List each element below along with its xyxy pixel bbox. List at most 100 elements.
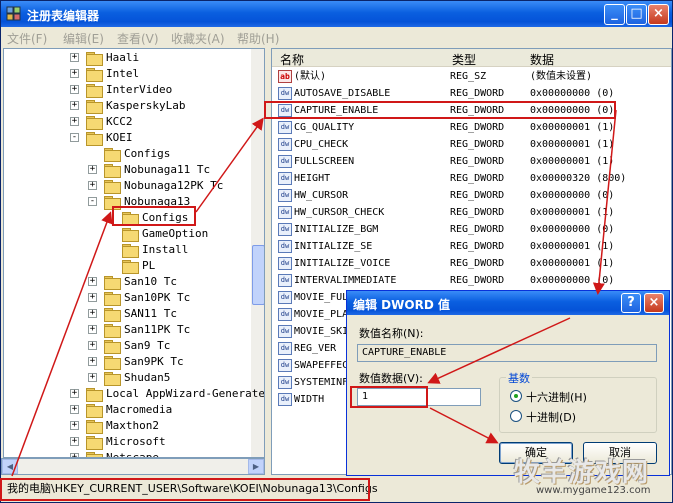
value-name: SWAPEFFEC	[294, 360, 349, 371]
value-row[interactable]: dw CAPTURE_ENABLE REG_DWORD 0x00000000 (0)	[272, 102, 671, 119]
value-row[interactable]: dw CG_QUALITY REG_DWORD 0x00000001 (1)	[272, 119, 671, 136]
header-name[interactable]: 名称	[280, 51, 304, 68]
expand-icon[interactable]: +	[70, 437, 79, 446]
expand-icon[interactable]: +	[88, 325, 97, 334]
value-row[interactable]: dw INTERVALIMMEDIATE REG_DWORD 0x00000000 (…	[272, 272, 671, 289]
expand-icon[interactable]: +	[70, 101, 79, 110]
hex-radio-label[interactable]: 十六进制(H)	[526, 389, 587, 405]
value-type: REG_SZ	[450, 71, 487, 82]
tree-item-label: Haali	[106, 51, 140, 64]
menu-edit[interactable]: 编辑(E)	[63, 30, 104, 47]
dword-value-icon: dw	[278, 104, 292, 117]
registry-tree[interactable]: + Haali + Intel + InterVideo + KasperskyLab + KCC…	[3, 48, 265, 458]
dialog-close-button[interactable]: ×	[644, 293, 664, 313]
value-row[interactable]: dw FULLSCREEN REG_DWORD 0x00000001 (1)	[272, 153, 671, 170]
value-name: HW_CURSOR	[294, 190, 349, 201]
expand-icon[interactable]: +	[88, 341, 97, 350]
expand-icon[interactable]: +	[70, 389, 79, 398]
dialog-title-bar[interactable]: 编辑 DWORD 值 ? ×	[347, 291, 669, 315]
value-row[interactable]: dw AUTOSAVE_DISABLE REG_DWORD 0x00000000 (0…	[272, 85, 671, 102]
value-row[interactable]: ab (默认) REG_SZ (数值未设置)	[272, 68, 671, 85]
tree-item-label: Install	[142, 243, 189, 256]
tree-item-label: KOEI	[106, 131, 133, 144]
value-row[interactable]: dw HW_CURSOR_CHECK REG_DWORD 0x00000001 (1)	[272, 204, 671, 221]
folder-icon	[86, 404, 103, 418]
value-type: REG_DWORD	[450, 105, 505, 116]
tree-item-label: Microsoft	[106, 435, 166, 448]
value-row[interactable]: dw HEIGHT REG_DWORD 0x00000320 (800)	[272, 170, 671, 187]
value-data: 0x00000000 (0)	[530, 190, 615, 201]
expand-icon[interactable]: +	[88, 277, 97, 286]
scroll-right-arrow-icon[interactable]: ▶	[248, 459, 264, 474]
tree-horizontal-scrollbar[interactable]: ◀ ▶	[1, 458, 265, 475]
scroll-left-arrow-icon[interactable]: ◀	[2, 459, 18, 474]
tree-item-label: Nobunaga13	[124, 195, 191, 208]
value-name: FULLSCREEN	[294, 156, 355, 167]
dword-value-icon: dw	[278, 223, 292, 236]
value-type: REG_DWORD	[450, 207, 505, 218]
value-name: CG_QUALITY	[294, 122, 355, 133]
value-name: INITIALIZE_VOICE	[294, 258, 391, 269]
menu-view[interactable]: 查看(V)	[117, 30, 159, 47]
close-button[interactable]: ×	[648, 4, 669, 25]
expand-icon[interactable]: +	[88, 181, 97, 190]
expand-icon[interactable]: +	[88, 373, 97, 382]
tree-item-label: Local AppWizard-Generate	[106, 387, 265, 400]
value-name: MOVIE_PLA	[294, 309, 349, 320]
value-name: AUTOSAVE_DISABLE	[294, 88, 391, 99]
folder-icon	[86, 52, 103, 66]
value-data: 0x00000000 (0)	[530, 105, 615, 116]
folder-icon	[122, 244, 139, 258]
expand-icon[interactable]: +	[70, 85, 79, 94]
folder-icon	[86, 68, 103, 82]
expand-icon[interactable]: +	[70, 405, 79, 414]
tree-item-label: Netscape	[106, 451, 159, 458]
menu-help[interactable]: 帮助(H)	[237, 30, 279, 47]
tree-scroll-thumb[interactable]	[252, 245, 264, 305]
value-name: SYSTEMINF	[294, 377, 349, 388]
value-row[interactable]: dw INITIALIZE_BGM REG_DWORD 0x00000000 (0)	[272, 221, 671, 238]
tree-item-label: San11PK Tc	[124, 323, 191, 336]
dword-value-icon: dw	[278, 342, 292, 355]
tree-item-label: Nobunaga11 Tc	[124, 163, 211, 176]
value-row[interactable]: dw INITIALIZE_VOICE REG_DWORD 0x00000001 (1…	[272, 255, 671, 272]
watermark-logo: 牧羊游戏网	[514, 458, 650, 488]
expand-icon[interactable]: +	[88, 293, 97, 302]
dec-radio[interactable]	[510, 410, 522, 422]
dec-radio-label[interactable]: 十进制(D)	[526, 409, 576, 425]
folder-icon	[104, 324, 121, 338]
title-bar[interactable]: 注册表编辑器 _ □ ×	[1, 1, 672, 27]
maximize-button[interactable]: □	[626, 4, 647, 25]
expand-icon[interactable]: +	[88, 357, 97, 366]
value-type: REG_DWORD	[450, 190, 505, 201]
header-type[interactable]: 类型	[452, 51, 476, 68]
expand-icon[interactable]: +	[88, 165, 97, 174]
collapse-icon[interactable]: -	[70, 133, 79, 142]
tree-item-label: San9PK Tc	[124, 355, 184, 368]
help-button[interactable]: ?	[621, 293, 641, 313]
list-header: 名称 类型 数据	[272, 49, 671, 68]
value-type: REG_DWORD	[450, 241, 505, 252]
value-data: 0x00000001 (1)	[530, 156, 615, 167]
hex-radio[interactable]	[510, 390, 522, 402]
header-data[interactable]: 数据	[530, 51, 554, 68]
menu-favorites[interactable]: 收藏夹(A)	[171, 30, 225, 47]
value-row[interactable]: dw HW_CURSOR REG_DWORD 0x00000000 (0)	[272, 187, 671, 204]
folder-icon	[104, 180, 121, 194]
value-data-input[interactable]: 1	[357, 388, 481, 406]
tree-item-label: PL	[142, 259, 156, 272]
minimize-button[interactable]: _	[604, 4, 625, 25]
value-name: CPU_CHECK	[294, 139, 349, 150]
value-type: REG_DWORD	[450, 258, 505, 269]
value-row[interactable]: dw INITIALIZE_SE REG_DWORD 0x00000001 (1)	[272, 238, 671, 255]
folder-icon	[86, 132, 103, 146]
value-row[interactable]: dw CPU_CHECK REG_DWORD 0x00000001 (1)	[272, 136, 671, 153]
collapse-icon[interactable]: -	[88, 197, 97, 206]
expand-icon[interactable]: +	[70, 69, 79, 78]
menu-file[interactable]: 文件(F)	[7, 30, 47, 47]
expand-icon[interactable]: +	[70, 53, 79, 62]
expand-icon[interactable]: +	[88, 309, 97, 318]
expand-icon[interactable]: +	[70, 117, 79, 126]
value-name-field: CAPTURE_ENABLE	[357, 344, 657, 362]
expand-icon[interactable]: +	[70, 421, 79, 430]
